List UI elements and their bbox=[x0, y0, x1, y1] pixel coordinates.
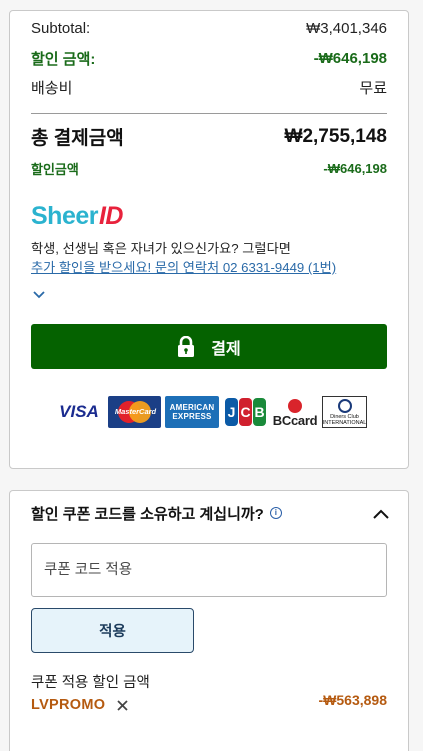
sheerid-message-text: 학생, 선생님 혹은 자녀가 있으신가요? 그럴다면 bbox=[31, 241, 291, 256]
savings-value: -₩646,198 bbox=[323, 161, 387, 176]
chevron-down-icon[interactable] bbox=[32, 288, 46, 302]
checkout-button[interactable]: 결제 bbox=[31, 324, 387, 369]
subtotal-label: Subtotal: bbox=[31, 20, 91, 37]
applied-coupon-code-group: LVPROMO bbox=[31, 697, 128, 713]
applied-coupon-amount: -₩563,898 bbox=[318, 692, 387, 708]
amex-logo: AMERICAN EXPRESS bbox=[165, 396, 219, 428]
jcb-letter-b: B bbox=[253, 398, 266, 426]
total-row: 총 결제금액 ₩2,755,148 bbox=[31, 123, 387, 150]
subtotal-row: Subtotal: ₩3,401,346 bbox=[31, 20, 387, 37]
close-icon[interactable] bbox=[117, 699, 128, 711]
apply-coupon-button[interactable]: 적용 bbox=[31, 608, 194, 653]
coupon-card: 할인 쿠폰 코드를 소유하고 계십니까? i 적용 쿠폰 적용 할인 금액 LV… bbox=[9, 490, 409, 751]
lock-icon bbox=[178, 335, 195, 357]
shipping-value: 무료 bbox=[359, 80, 387, 97]
jcb-letter-j: J bbox=[225, 398, 238, 426]
order-summary-card: Subtotal: ₩3,401,346 할인 금액: -₩646,198 배송… bbox=[9, 10, 409, 469]
discount-value: -₩646,198 bbox=[313, 50, 387, 67]
bccard-wordmark: BCcard bbox=[272, 412, 318, 428]
total-value: ₩2,755,148 bbox=[284, 125, 387, 147]
sheerid-message: 학생, 선생님 혹은 자녀가 있으신가요? 그럴다면 추가 할인을 받으세요! … bbox=[31, 239, 392, 277]
shipping-label: 배송비 bbox=[31, 80, 73, 97]
chevron-up-icon[interactable] bbox=[372, 508, 390, 520]
mastercard-wordmark: MasterCard bbox=[114, 407, 157, 416]
amex-line1: AMERICAN bbox=[169, 403, 215, 412]
discount-row: 할인 금액: -₩646,198 bbox=[31, 48, 387, 69]
info-icon[interactable]: i bbox=[269, 506, 282, 519]
shipping-row: 배송비 무료 bbox=[31, 77, 387, 98]
discount-label: 할인 금액: bbox=[31, 51, 96, 68]
diners-club-mark-icon bbox=[337, 398, 352, 413]
visa-logo: VISA bbox=[59, 402, 99, 421]
checkout-button-label: 결제 bbox=[211, 340, 241, 358]
savings-row: 할인금액 -₩646,198 bbox=[31, 159, 387, 178]
summary-divider bbox=[31, 113, 387, 114]
jcb-letter-c: C bbox=[239, 398, 252, 426]
coupon-section-toggle[interactable]: 할인 쿠폰 코드를 소유하고 계십니까? i bbox=[31, 503, 390, 524]
bccard-logo: BCcard bbox=[272, 396, 318, 428]
applied-coupon-code: LVPROMO bbox=[31, 697, 106, 713]
sheerid-logo-text: Sheer bbox=[31, 202, 98, 230]
savings-label: 할인금액 bbox=[31, 162, 79, 177]
sheerid-logo-mark: ID bbox=[98, 202, 124, 230]
applied-coupon-label: 쿠폰 적용 할인 금액 bbox=[31, 675, 150, 691]
applied-coupon-row: LVPROMO -₩563,898 bbox=[31, 692, 387, 713]
coupon-code-input[interactable] bbox=[31, 543, 387, 597]
payment-method-logos: VISA MasterCard AMERICAN EXPRESS J C B B… bbox=[54, 395, 367, 429]
coupon-title: 할인 쿠폰 코드를 소유하고 계십니까? bbox=[31, 506, 264, 523]
amex-line2: EXPRESS bbox=[172, 412, 212, 421]
sheerid-discount-link[interactable]: 추가 할인을 받으세요! 문의 연락처 02 6331-9449 (1번) bbox=[31, 258, 392, 277]
total-label: 총 결제금액 bbox=[31, 128, 124, 149]
diners-line2: INTERNATIONAL bbox=[322, 419, 367, 426]
subtotal-value: ₩3,401,346 bbox=[306, 20, 387, 37]
diners-club-logo: Diners Club INTERNATIONAL bbox=[322, 396, 367, 428]
coupon-title-group: 할인 쿠폰 코드를 소유하고 계십니까? i bbox=[31, 503, 282, 524]
sheerid-logo: Sheer ID bbox=[31, 202, 123, 231]
mastercard-logo: MasterCard bbox=[108, 396, 161, 428]
jcb-logo: J C B bbox=[223, 396, 268, 428]
bccard-mark-icon bbox=[288, 398, 302, 413]
